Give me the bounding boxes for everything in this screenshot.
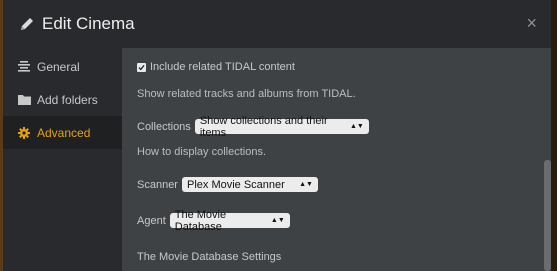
advanced-settings-panel: Include related TIDAL content Show relat…	[122, 48, 551, 271]
sidebar-item-label: Advanced	[37, 125, 91, 140]
scanner-select-value: Plex Movie Scanner	[186, 178, 285, 191]
scanner-setting: Scanner Plex Movie Scanner ▲▼	[137, 177, 318, 192]
scanner-label: Scanner	[137, 178, 178, 191]
scanner-select[interactable]: Plex Movie Scanner ▲▼	[181, 177, 318, 192]
agent-settings-heading: The Movie Database Settings	[137, 251, 282, 263]
edit-library-dialog: Edit Cinema × General Add folders Advanc…	[3, 0, 551, 271]
tidal-setting: Include related TIDAL content	[137, 61, 295, 73]
folder-icon	[17, 93, 31, 107]
tidal-help-text: Show related tracks and albums from TIDA…	[137, 88, 356, 100]
gear-icon	[17, 126, 31, 140]
collections-setting: Collections Show collections and their i…	[137, 115, 369, 139]
dialog-title: Edit Cinema	[42, 14, 135, 33]
agent-setting: Agent The Movie Database ▲▼	[137, 209, 290, 233]
dialog-header: Edit Cinema ×	[3, 0, 551, 48]
close-icon[interactable]: ×	[526, 14, 537, 32]
sidebar-item-advanced[interactable]: Advanced	[3, 116, 122, 149]
collections-select[interactable]: Show collections and their items ▲▼	[194, 115, 369, 139]
list-icon	[17, 60, 31, 74]
updown-caret-icon: ▲▼	[299, 181, 313, 188]
tidal-checkbox[interactable]	[137, 62, 146, 72]
collections-select-value: Show collections and their items	[199, 114, 328, 139]
sidebar-item-label: General	[37, 59, 80, 74]
scrollbar[interactable]	[544, 160, 551, 271]
pencil-icon	[18, 15, 36, 33]
sidebar-item-add-folders[interactable]: Add folders	[3, 83, 122, 116]
collections-help-text: How to display collections.	[137, 146, 267, 158]
sidebar-item-label: Add folders	[37, 92, 98, 107]
collections-label: Collections	[137, 120, 191, 133]
checkmark-icon	[138, 64, 145, 70]
sidebar: General Add folders Advanced	[3, 48, 122, 271]
agent-label: Agent	[137, 214, 166, 227]
agent-select-value: The Movie Database	[174, 208, 227, 233]
sidebar-item-general[interactable]: General	[3, 50, 122, 83]
tidal-checkbox-label: Include related TIDAL content	[150, 61, 295, 73]
updown-caret-icon: ▲▼	[349, 123, 364, 130]
agent-select[interactable]: The Movie Database ▲▼	[169, 209, 290, 233]
updown-caret-icon: ▲▼	[270, 217, 285, 224]
